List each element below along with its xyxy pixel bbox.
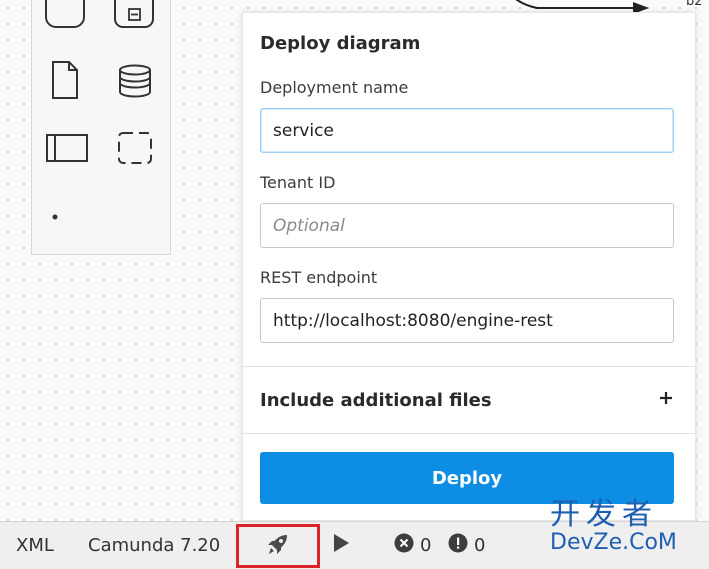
tenant-id-input[interactable] [260,203,674,248]
warning-indicator[interactable]: 0 [448,522,485,569]
warning-icon [448,533,468,558]
xml-toggle[interactable]: XML [16,522,54,569]
plus-icon[interactable] [658,390,674,410]
warning-count: 0 [474,535,486,556]
rest-endpoint-input[interactable] [260,298,674,343]
diagram-element-label: b2 [686,0,703,9]
more-tools-dot[interactable] [50,212,60,222]
data-object-icon[interactable] [48,58,82,102]
deployment-name-label: Deployment name [260,78,409,97]
include-additional-files-toggle[interactable]: Include additional files [260,375,674,425]
tenant-id-label: Tenant ID [260,173,336,192]
deploy-rocket-button[interactable] [236,524,320,568]
deployment-name-input[interactable] [260,108,674,153]
group-icon[interactable] [116,130,154,166]
tool-palette [31,0,171,255]
pool-icon[interactable] [44,130,90,166]
section-divider [243,433,695,434]
include-additional-files-label: Include additional files [260,389,492,411]
watermark-line1: 开发者 [550,497,658,532]
rocket-icon [265,531,291,562]
data-store-icon[interactable] [116,62,154,100]
engine-version-selector[interactable]: Camunda 7.20 [88,522,220,569]
section-divider [243,366,695,367]
site-watermark: 开发者 DevZe.CoM [550,500,677,554]
subprocess-icon[interactable] [114,0,154,30]
popup-title: Deploy diagram [260,33,421,54]
error-count: 0 [420,535,432,556]
rest-endpoint-label: REST endpoint [260,268,378,287]
error-icon [394,533,414,558]
start-instance-button[interactable] [332,522,350,569]
play-icon [332,533,350,558]
deploy-diagram-popup: Deploy diagram Deployment name Tenant ID… [242,12,696,521]
watermark-line2: DevZe.CoM [550,530,677,555]
error-indicator[interactable]: 0 [394,522,431,569]
rounded-rect-icon[interactable] [45,0,85,30]
